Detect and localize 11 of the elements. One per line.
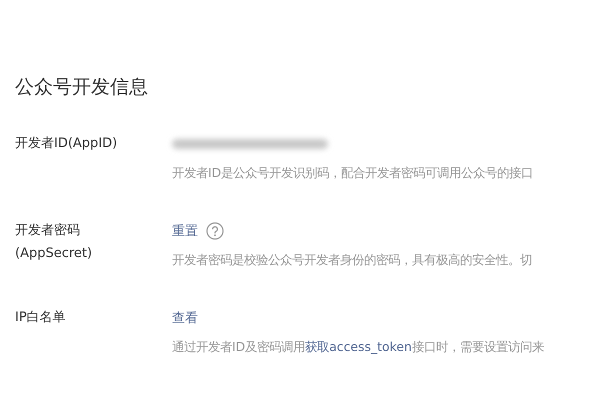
section-title: 公众号开发信息 xyxy=(15,75,149,100)
field-label: IP白名单 xyxy=(15,309,67,327)
action-link[interactable]: 重置 xyxy=(172,222,198,240)
help-icon[interactable] xyxy=(206,222,224,240)
field-label: 开发者密码 (AppSecret) xyxy=(15,222,94,263)
field-label: 开发者ID(AppID) xyxy=(15,135,118,153)
field-description: 开发者密码是校验公众号开发者身份的密码，具有极高的安全性。切 xyxy=(172,251,533,269)
action-link[interactable]: 查看 xyxy=(172,308,198,326)
field-description: 通过开发者ID及密码调用获取access_token接口时，需要设置访问来 xyxy=(172,338,545,356)
inline-link[interactable]: 获取access_token xyxy=(305,339,412,354)
field-description: 开发者ID是公众号开发识别码，配合开发者密码可调用公众号的接口 xyxy=(172,164,534,182)
